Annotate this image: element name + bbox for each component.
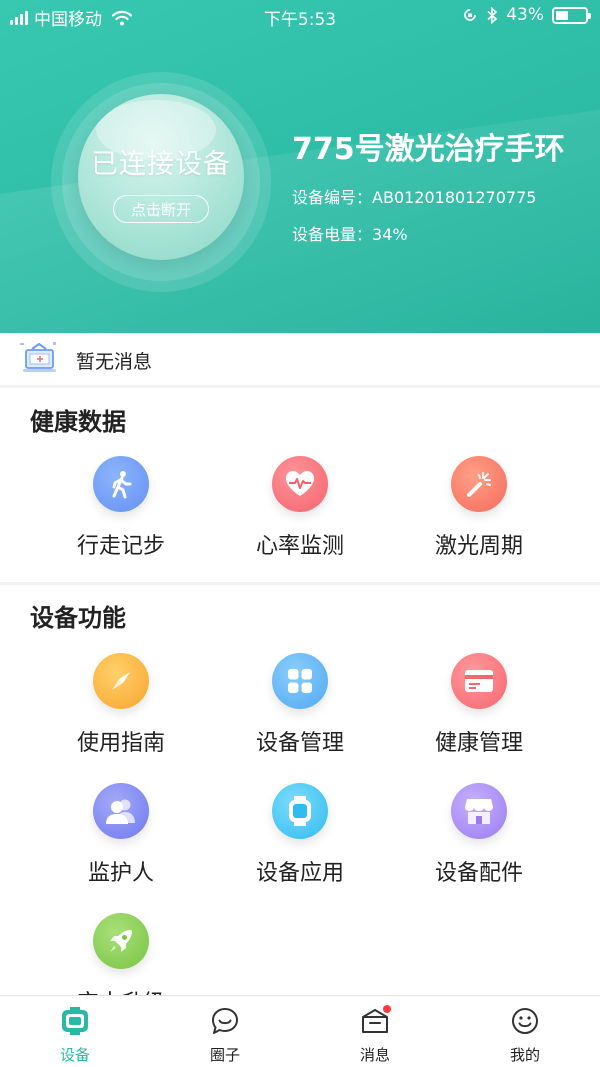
device-serial: 设备编号：AB01201801270775 — [292, 184, 536, 208]
power-value: 34% — [372, 225, 408, 244]
notice-text: 暂无消息 — [76, 351, 153, 373]
device-management-item[interactable]: 设备管理 — [200, 653, 400, 763]
disconnect-button[interactable]: 点击断开 — [113, 195, 209, 223]
device-accessories-item[interactable]: 设备配件 — [379, 783, 579, 893]
health-management-item[interactable]: 健康管理 — [379, 653, 579, 763]
battery-icon — [552, 6, 591, 24]
notice-bar[interactable]: 暂无消息 — [0, 333, 600, 385]
ota-upgrade-label: 空中升级 — [21, 985, 221, 995]
battery-percent: 43% — [506, 5, 544, 25]
device-name: 775号激光治疗手环 — [292, 132, 565, 167]
laser-cycle-label: 激光周期 — [434, 534, 523, 559]
walk-steps-label: 行走记步 — [76, 534, 165, 559]
device-power: 设备电量：34% — [292, 221, 408, 245]
device-apps-item[interactable]: 设备应用 — [200, 783, 400, 893]
user-guide-label: 使用指南 — [76, 731, 165, 756]
tab-label: 设备 — [59, 1046, 90, 1064]
tab-label: 消息 — [359, 1046, 390, 1064]
tab-bar: 设备 圈子 消息 我的 — [0, 995, 600, 1067]
smile-icon — [512, 1008, 538, 1034]
chat-icon — [212, 1008, 238, 1034]
section-title: 健康数据 — [30, 408, 126, 436]
tab-label: 我的 — [509, 1046, 540, 1064]
ota-upgrade-item[interactable]: 空中升级 — [21, 913, 221, 995]
device-functions-section: 设备功能 使用指南 设备管理 健康管理 监护人 设备应用 设备配件 — [0, 585, 600, 995]
device-apps-label: 设备应用 — [255, 861, 344, 886]
status-bar: 中国移动 下午5:53 43% — [0, 0, 600, 32]
watch-icon — [272, 783, 328, 839]
health-data-section: 健康数据 行走记步 心率监测 激光周期 — [0, 388, 600, 582]
compass-icon — [93, 653, 149, 709]
notice-icon — [20, 342, 56, 372]
walk-steps-item[interactable]: 行走记步 — [21, 456, 221, 566]
serial-value: AB01201801270775 — [372, 188, 537, 207]
store-icon — [451, 783, 507, 839]
device-icon — [62, 1007, 88, 1035]
heart-rate-icon — [272, 456, 328, 512]
section-title: 设备功能 — [30, 604, 126, 632]
tab-label: 圈子 — [209, 1046, 240, 1064]
walk-icon — [93, 456, 149, 512]
heart-rate-label: 心率监测 — [255, 534, 344, 559]
serial-label: 设备编号： — [292, 188, 373, 207]
unread-badge — [383, 1005, 391, 1013]
guardian-item[interactable]: 监护人 — [21, 783, 221, 893]
card-icon — [451, 653, 507, 709]
health-management-label: 健康管理 — [434, 731, 523, 756]
guardian-icon — [93, 783, 149, 839]
tab-device[interactable]: 设备 — [0, 996, 150, 1067]
guardian-label: 监护人 — [87, 861, 154, 886]
laser-cycle-item[interactable]: 激光周期 — [379, 456, 579, 566]
bluetooth-icon — [487, 6, 498, 24]
device-header: 中国移动 下午5:53 43% 已连接设备 点击断开 775号激光治疗手环 设备… — [0, 0, 600, 333]
rocket-icon — [93, 913, 149, 969]
user-guide-item[interactable]: 使用指南 — [21, 653, 221, 763]
grid-icon — [272, 653, 328, 709]
tab-circle[interactable]: 圈子 — [150, 996, 300, 1067]
device-management-label: 设备管理 — [255, 731, 344, 756]
heart-rate-item[interactable]: 心率监测 — [200, 456, 400, 566]
power-label: 设备电量： — [292, 225, 373, 244]
device-accessories-label: 设备配件 — [434, 861, 523, 886]
laser-icon — [451, 456, 507, 512]
rotation-lock-icon — [464, 9, 477, 21]
connection-status: 已连接设备 — [91, 149, 231, 180]
tab-mine[interactable]: 我的 — [450, 996, 600, 1067]
tab-messages[interactable]: 消息 — [300, 996, 450, 1067]
